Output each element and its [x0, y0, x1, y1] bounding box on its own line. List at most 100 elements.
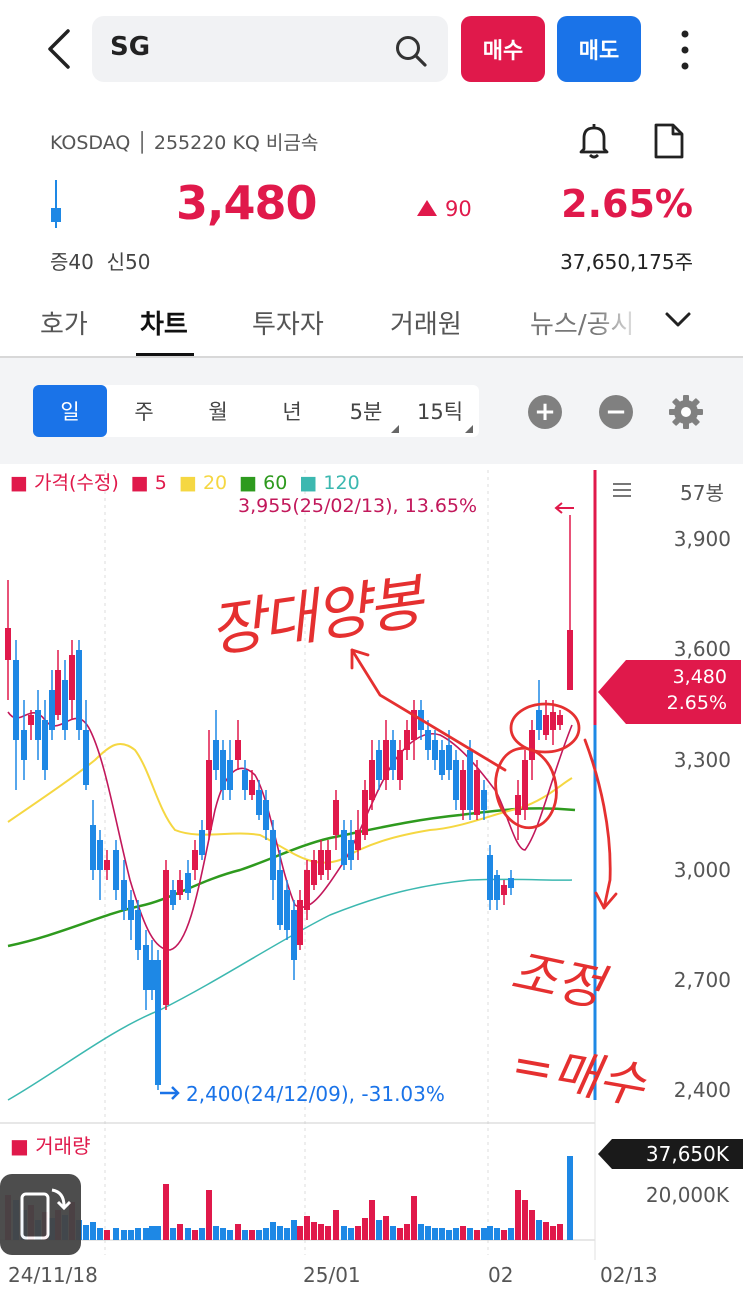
volume-bar: [369, 1200, 375, 1240]
tab-investors[interactable]: 투자자: [252, 304, 324, 341]
settings-gear-icon[interactable]: [667, 393, 705, 435]
candle-body: [192, 850, 198, 870]
volume-bar: [90, 1222, 96, 1240]
candle-body: [76, 650, 82, 730]
screen-rotate-button[interactable]: [0, 1174, 81, 1255]
candle-body: [49, 690, 55, 730]
price-tick-3600: 3,600: [673, 637, 731, 661]
more-menu-icon[interactable]: [674, 28, 696, 72]
volume-bar: [97, 1228, 103, 1240]
volume-title-label: 거래량: [35, 1134, 91, 1158]
candle-body: [453, 760, 459, 800]
period-5min-button[interactable]: 5분: [329, 385, 403, 437]
candle-body: [376, 750, 382, 780]
candle-body: [242, 770, 248, 790]
candle-body: [446, 745, 452, 770]
volume-bar: [256, 1230, 262, 1240]
tab-chart[interactable]: 차트: [140, 304, 188, 341]
candle-body: [270, 830, 276, 880]
volume-bar: [355, 1226, 361, 1240]
legend-ma20-label: 20: [202, 472, 228, 494]
volume-bar: [177, 1224, 183, 1240]
candle-body: [69, 655, 75, 700]
current-price: 3,480: [176, 176, 318, 230]
legend-ma20: ■ 20: [178, 472, 228, 494]
tab-fade: [596, 300, 644, 344]
candle-body: [177, 880, 183, 895]
trade-volume: 37,650,175주: [560, 250, 693, 274]
candle-body: [318, 850, 324, 875]
candle-body: [522, 760, 528, 810]
candle-body: [501, 885, 507, 895]
volume-bar: [199, 1228, 205, 1240]
zoom-in-icon[interactable]: +: [528, 395, 562, 429]
candle-body: [149, 960, 155, 990]
document-icon[interactable]: [652, 122, 686, 164]
volume-bar: [121, 1230, 127, 1240]
legend-ma60-label: 60: [263, 472, 288, 494]
period-month-button[interactable]: 월: [181, 385, 255, 437]
period-selector: 일 주 월 년 5분 15틱: [33, 385, 479, 437]
price-tick-3000: 3,000: [673, 858, 731, 882]
search-icon[interactable]: [394, 34, 428, 72]
volume-bar: [213, 1226, 219, 1240]
volume-bar: [311, 1222, 317, 1240]
sell-button[interactable]: 매도: [557, 16, 641, 82]
volume-tag-value: 37,650K: [645, 1142, 729, 1166]
volume-bar: [508, 1228, 514, 1240]
candle-body: [143, 945, 149, 990]
candle-body: [83, 730, 89, 785]
rotate-screen-icon: [20, 1188, 72, 1240]
handwritten-markup: [350, 648, 618, 910]
candle-body: [213, 740, 219, 770]
volume-bar: [425, 1226, 431, 1240]
volume-bar: [206, 1190, 212, 1240]
candle-body: [5, 628, 11, 660]
volume-bar: [501, 1230, 507, 1240]
buy-button[interactable]: 매수: [461, 16, 545, 82]
legend-ma5: ■ 5: [130, 472, 167, 494]
zoom-out-icon[interactable]: −: [599, 395, 633, 429]
bell-icon[interactable]: [576, 122, 612, 164]
candle-body: [543, 715, 549, 735]
candle-body: [404, 730, 410, 750]
candle-body: [163, 870, 169, 1005]
chevron-down-icon[interactable]: [664, 310, 692, 334]
period-year-button[interactable]: 년: [255, 385, 329, 437]
candle-body: [199, 830, 205, 855]
volume-bar: [333, 1210, 339, 1240]
tab-brokers[interactable]: 거래원: [390, 304, 462, 341]
period-week-button[interactable]: 주: [107, 385, 181, 437]
candle-body: [425, 730, 431, 750]
back-icon[interactable]: [44, 28, 74, 70]
candle-body: [170, 890, 176, 905]
volume-bar: [284, 1228, 290, 1240]
legend-ma120-label: 120: [323, 472, 360, 494]
candle-body: [227, 760, 233, 790]
legend-price: ■ 가격(수정): [10, 472, 119, 494]
date-tick-3: 02: [488, 1263, 514, 1287]
volume-bar: [249, 1230, 255, 1240]
volume-bar: [446, 1230, 452, 1240]
tab-orderbook[interactable]: 호가: [40, 304, 88, 341]
high-price-note: 3,955(25/02/13), 13.65%: [238, 495, 478, 517]
volume-bar: [163, 1184, 169, 1240]
volume-bar: [536, 1220, 542, 1240]
candle-body: [550, 712, 556, 730]
volume-bar: [390, 1226, 396, 1240]
period-15tick-button[interactable]: 15틱: [403, 385, 477, 437]
volume-bar: [325, 1226, 331, 1240]
volume-bar: [529, 1210, 535, 1240]
exchange-info: KOSDAQ │ 255220 KQ 비금속: [50, 132, 319, 154]
search-input[interactable]: SG: [92, 16, 448, 82]
volume-bar: [460, 1226, 466, 1240]
chart-menu-icon[interactable]: [612, 482, 632, 502]
period-15tick-label: 15틱: [416, 400, 464, 424]
volume-bar: [341, 1226, 347, 1240]
period-day-button[interactable]: 일: [33, 385, 107, 437]
current-price-tag-pct: 2.65%: [666, 692, 727, 714]
volume-bar: [227, 1230, 233, 1240]
candle-body: [397, 750, 403, 780]
volume-title: ■ 거래량: [10, 1134, 91, 1158]
current-price-tag: 3,480 2.65%: [598, 660, 741, 724]
